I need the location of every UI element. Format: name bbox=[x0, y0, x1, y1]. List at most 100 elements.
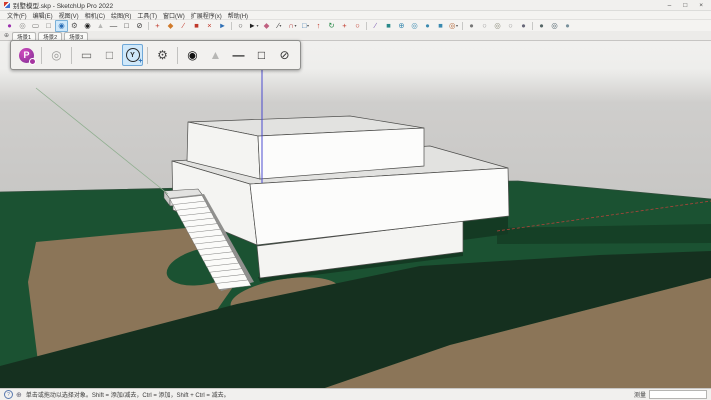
point-light-icon[interactable]: ◉ bbox=[81, 20, 94, 32]
measurement-area: 测量 bbox=[634, 390, 707, 399]
podium-logo-icon: P bbox=[19, 48, 34, 63]
floating-toolbar-separator bbox=[147, 47, 148, 64]
toggle-lights-icon[interactable]: ⊘ bbox=[133, 20, 146, 32]
plugin-delete-icon[interactable]: × bbox=[203, 20, 216, 32]
measure-label: 测量 bbox=[634, 390, 646, 399]
hide-lights-icon: ⊘ bbox=[279, 49, 289, 61]
menu-item[interactable]: 视图(V) bbox=[56, 11, 82, 20]
area-light-button[interactable]: □ bbox=[251, 44, 272, 66]
rotate-icon[interactable]: ↻ bbox=[325, 20, 338, 32]
view-iso-icon[interactable]: ● bbox=[535, 20, 548, 32]
camera-icon: □ bbox=[106, 49, 113, 61]
zoom-search-icon[interactable]: ○ bbox=[234, 20, 247, 32]
maximize-button[interactable]: □ bbox=[683, 2, 687, 9]
scene-tab[interactable]: 场景2 bbox=[38, 32, 62, 40]
render-button[interactable]: ◎ bbox=[46, 44, 67, 66]
close-button[interactable]: × bbox=[699, 2, 703, 9]
window-chrome: 别墅模型.skp - SketchUp Pro 2022 – □ × 文件(F)… bbox=[0, 0, 711, 41]
tape-measure-icon[interactable]: ∕ bbox=[369, 20, 382, 32]
area-light-icon[interactable]: □ bbox=[120, 20, 133, 32]
minimize-button[interactable]: – bbox=[668, 2, 672, 9]
fog-icon[interactable]: ○ bbox=[478, 20, 491, 32]
offset-icon[interactable]: ○ bbox=[351, 20, 364, 32]
menu-bar: 文件(F)编辑(E)视图(V)相机(C)绘图(R)工具(T)窗口(W)扩展程序(… bbox=[0, 11, 711, 19]
main-toolbar: ●◎▭□◉⚙◉▲—□⊘+◆∕■×►○►▾◆∕▾∩▾□▾↑↻+○∕■⊕◎●■◎▾●… bbox=[0, 19, 711, 31]
geolocation-icon[interactable]: ⊕ bbox=[16, 391, 22, 399]
view-front-icon[interactable]: ● bbox=[561, 20, 574, 32]
podium-logo-icon[interactable]: ● bbox=[3, 20, 16, 32]
walk-icon[interactable]: ◎ bbox=[491, 20, 504, 32]
image-export-icon[interactable]: □ bbox=[42, 20, 55, 32]
measure-input[interactable] bbox=[649, 390, 707, 399]
sketchup-logo-icon bbox=[4, 2, 10, 8]
point-light-icon: ◉ bbox=[187, 49, 197, 61]
video-export-icon[interactable]: ▭ bbox=[29, 20, 42, 32]
line-light-button[interactable]: — bbox=[228, 44, 249, 66]
view-top-icon[interactable]: ◎ bbox=[548, 20, 561, 32]
spot-light-icon: ▲ bbox=[210, 49, 222, 61]
line-light-icon[interactable]: — bbox=[107, 20, 120, 32]
status-hint: 单击或拖动以选择对象。Shift = 添加/减去，Ctrl = 添加，Shift… bbox=[26, 390, 230, 399]
menu-item[interactable]: 工具(T) bbox=[134, 11, 160, 20]
shadow-icon[interactable]: ● bbox=[465, 20, 478, 32]
move-icon[interactable]: + bbox=[338, 20, 351, 32]
select-icon[interactable]: ►▾ bbox=[247, 20, 260, 32]
point-light-button[interactable]: ◉ bbox=[182, 44, 203, 66]
look-around-icon[interactable]: ○ bbox=[504, 20, 517, 32]
menu-item[interactable]: 帮助(H) bbox=[225, 11, 251, 20]
status-bar: ? ⊕ 单击或拖动以选择对象。Shift = 添加/减去，Ctrl = 添加，S… bbox=[0, 388, 711, 400]
window-controls: – □ × bbox=[668, 2, 707, 9]
section-cut-icon[interactable]: ■ bbox=[434, 20, 447, 32]
light-tool-button[interactable]: Y+ bbox=[122, 44, 143, 66]
toggle-lights-button[interactable]: ⊘ bbox=[274, 44, 295, 66]
light-tool-icon[interactable]: ◉ bbox=[55, 20, 68, 32]
video-export-button[interactable]: ▭ bbox=[76, 44, 97, 66]
floating-toolbar-separator bbox=[177, 47, 178, 64]
podium-logo-button[interactable]: P bbox=[16, 44, 37, 66]
menu-item[interactable]: 相机(C) bbox=[82, 11, 108, 20]
menu-item[interactable]: 文件(F) bbox=[4, 11, 30, 20]
orbit-icon[interactable]: ◎▾ bbox=[447, 20, 460, 32]
eraser-icon[interactable]: ◆ bbox=[260, 20, 273, 32]
paint-bucket-icon[interactable]: ■ bbox=[382, 20, 395, 32]
toolbar-separator bbox=[462, 22, 463, 30]
area-light-icon: □ bbox=[258, 49, 265, 61]
position-camera-icon[interactable]: ● bbox=[517, 20, 530, 32]
image-export-button[interactable]: □ bbox=[99, 44, 120, 66]
plugin-box-icon[interactable]: ■ bbox=[190, 20, 203, 32]
plugin-brush-icon[interactable]: ◆ bbox=[164, 20, 177, 32]
rectangle-icon[interactable]: □▾ bbox=[299, 20, 312, 32]
scene-tab[interactable]: 场景3 bbox=[64, 32, 88, 40]
render-preview-icon[interactable]: ◎ bbox=[16, 20, 29, 32]
toolbar-separator bbox=[532, 22, 533, 30]
section-plane-icon[interactable]: ⊕ bbox=[395, 20, 408, 32]
line-icon[interactable]: ∕▾ bbox=[273, 20, 286, 32]
select-arrow-blue-icon[interactable]: ► bbox=[216, 20, 229, 32]
toolbar-separator bbox=[231, 22, 232, 30]
title-bar: 别墅模型.skp - SketchUp Pro 2022 – □ × bbox=[0, 0, 711, 11]
menu-item[interactable]: 扩展程序(x) bbox=[188, 11, 225, 20]
add-scene-icon[interactable]: ⊕ bbox=[4, 32, 9, 39]
scene-tab[interactable]: 场景1 bbox=[12, 32, 36, 40]
arc-icon[interactable]: ∩▾ bbox=[286, 20, 299, 32]
plugin-move-icon[interactable]: + bbox=[151, 20, 164, 32]
podium-settings-icon[interactable]: ⚙ bbox=[68, 20, 81, 32]
help-icon[interactable]: ? bbox=[4, 390, 13, 399]
section-fill-icon[interactable]: ◎ bbox=[408, 20, 421, 32]
light-tool-icon: Y+ bbox=[126, 48, 140, 62]
menu-item[interactable]: 编辑(E) bbox=[30, 11, 56, 20]
settings-button[interactable]: ⚙ bbox=[152, 44, 173, 66]
push-pull-icon[interactable]: ↑ bbox=[312, 20, 325, 32]
line-light-icon: — bbox=[233, 49, 245, 61]
app-window: 别墅模型.skp - SketchUp Pro 2022 – □ × 文件(F)… bbox=[0, 0, 711, 400]
spot-light-button[interactable]: ▲ bbox=[205, 44, 226, 66]
menu-item[interactable]: 绘图(R) bbox=[108, 11, 134, 20]
video-icon: ▭ bbox=[81, 49, 92, 61]
gear-icon: ⚙ bbox=[157, 49, 168, 61]
menu-item[interactable]: 窗口(W) bbox=[160, 11, 188, 20]
plugin-pen-icon[interactable]: ∕ bbox=[177, 20, 190, 32]
spot-light-icon[interactable]: ▲ bbox=[94, 20, 107, 32]
toolbar-separator bbox=[148, 22, 149, 30]
render-icon: ◎ bbox=[51, 49, 61, 61]
section-display-icon[interactable]: ● bbox=[421, 20, 434, 32]
